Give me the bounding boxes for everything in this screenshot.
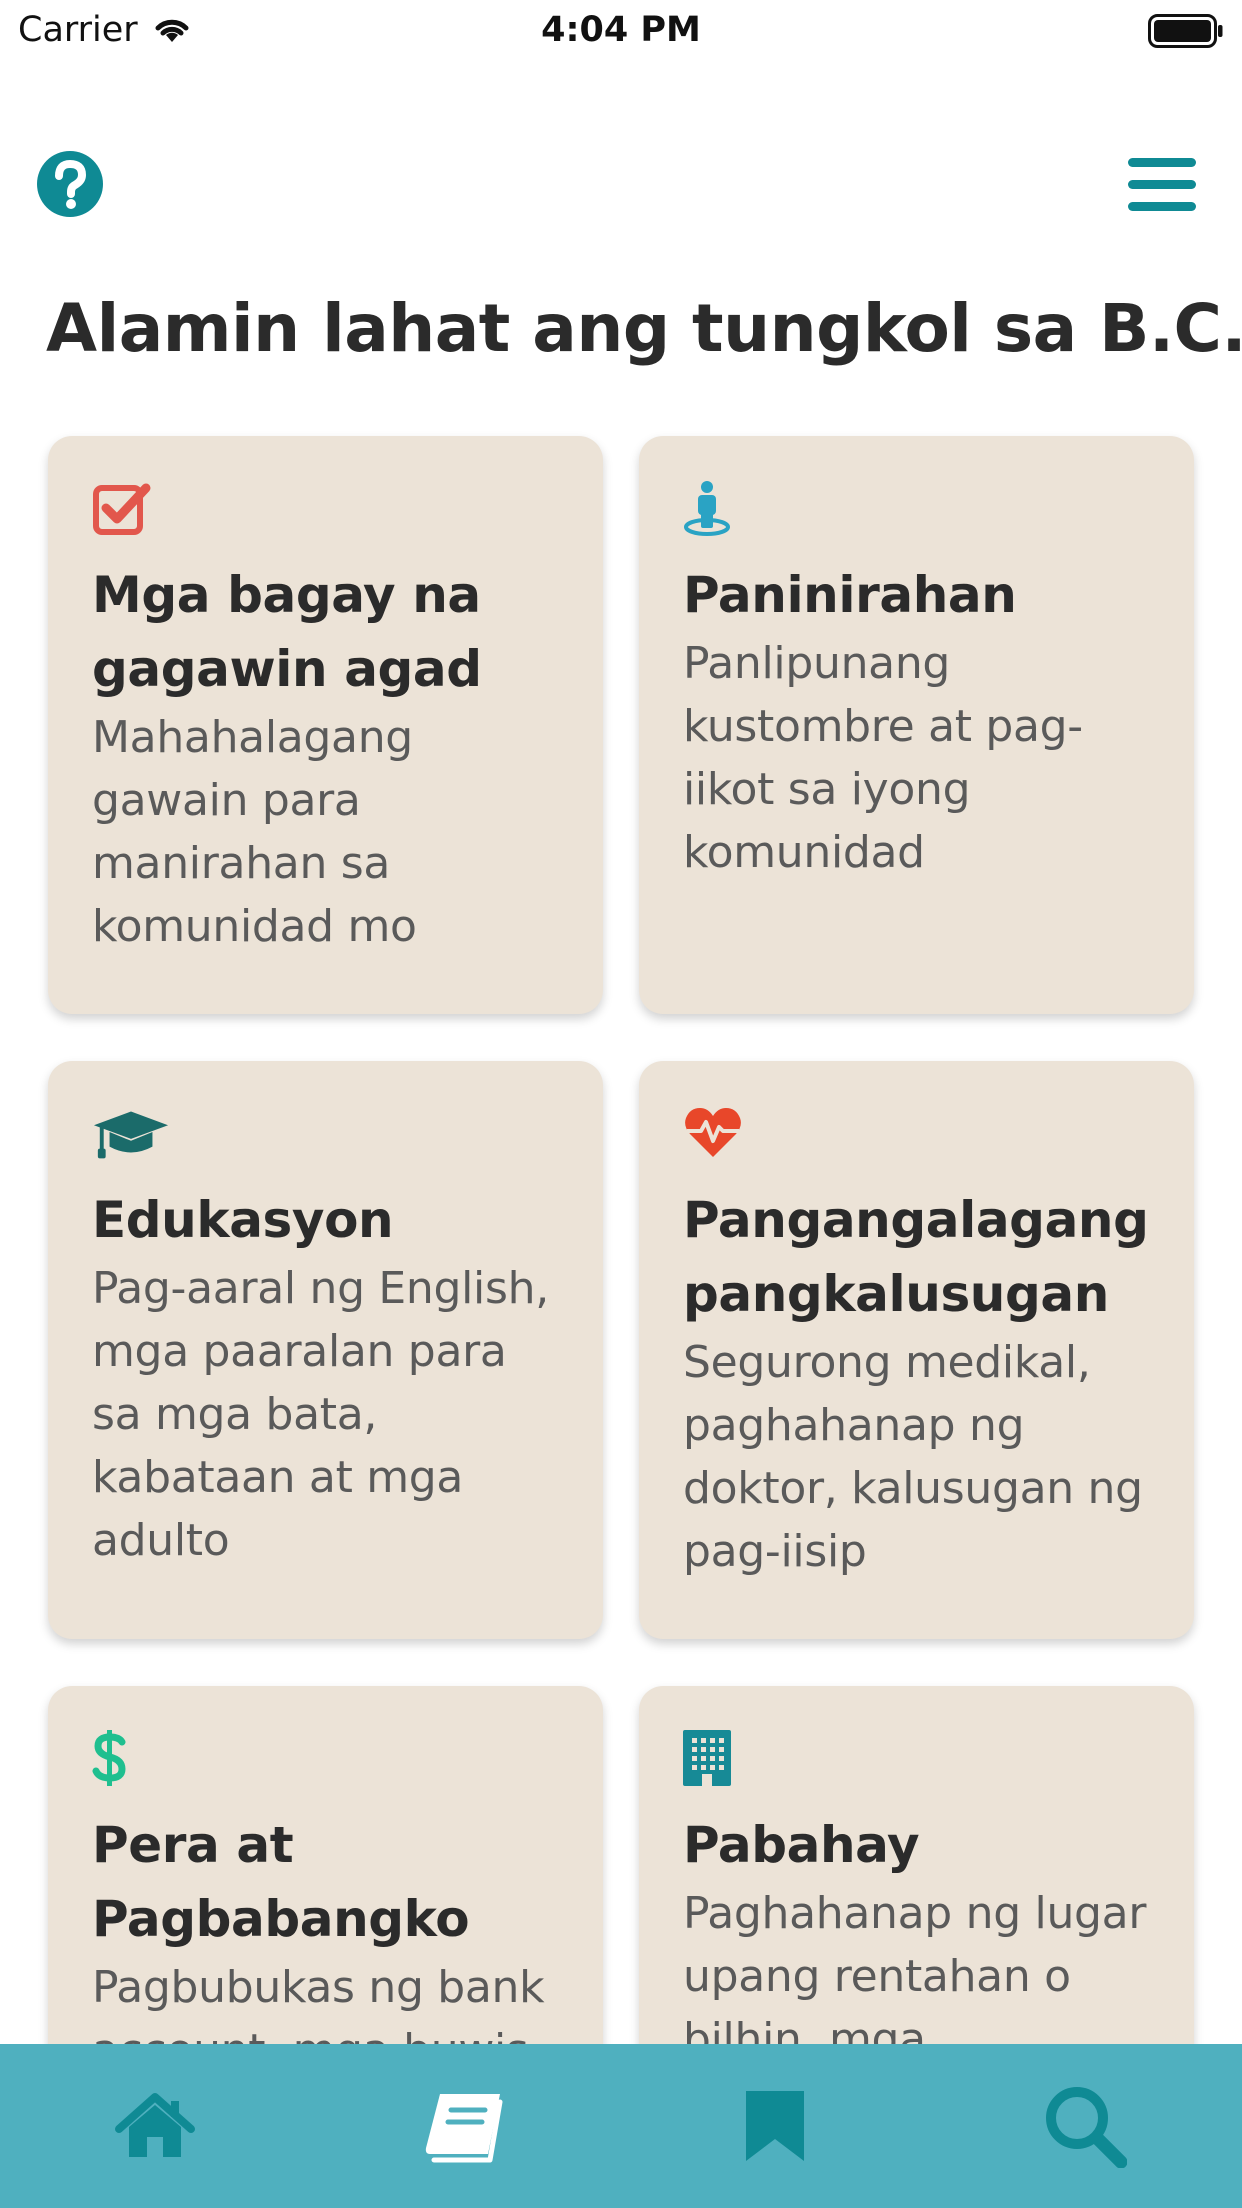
battery-icon	[1148, 14, 1223, 48]
card-title: Pabahay	[683, 1816, 920, 1874]
card-title: Paninirahan	[683, 566, 1017, 624]
card-description: Segurong medikal, paghahanap ng doktor, …	[683, 1337, 1143, 1577]
hamburger-menu-icon[interactable]	[1128, 156, 1196, 214]
book-icon	[425, 2094, 503, 2163]
card-title: Pera at Pagbabangko	[92, 1816, 470, 1948]
card-description: Mahahalagang gawain para manirahan sa ko…	[92, 712, 417, 952]
status-bar: Carrier 4:04 PM	[0, 0, 1242, 62]
checkbox-icon	[93, 483, 151, 535]
status-time: 4:04 PM	[541, 10, 701, 50]
dollar-icon	[92, 1730, 126, 1786]
card-pangangalagang[interactable]: Pangangalagang pangkalusugan Segurong me…	[639, 1061, 1194, 1639]
tab-home[interactable]	[0, 2044, 310, 2208]
card-description: Panlipunang kustombre at pag-iikot sa iy…	[683, 638, 1083, 878]
search-icon	[1046, 2087, 1127, 2168]
tab-bar	[0, 2044, 1242, 2208]
top-bar	[0, 140, 1242, 230]
card-title: Pangangalagang pangkalusugan	[683, 1191, 1149, 1323]
home-icon	[115, 2093, 195, 2157]
card-edukasyon[interactable]: Edukasyon Pag-aaral ng English, mga paar…	[48, 1061, 603, 1639]
card-mga-bagay[interactable]: Mga bagay na gagawin agad Mahahalagang g…	[48, 436, 603, 1014]
graduation-cap-icon	[93, 1111, 169, 1159]
card-title: Edukasyon	[92, 1191, 394, 1249]
tab-bookmarks[interactable]	[620, 2044, 930, 2208]
card-title: Mga bagay na gagawin agad	[92, 566, 482, 698]
tab-guide[interactable]	[310, 2044, 620, 2208]
card-paninirahan[interactable]: Paninirahan Panlipunang kustombre at pag…	[639, 436, 1194, 1014]
help-icon[interactable]	[36, 150, 104, 218]
person-location-icon	[684, 481, 730, 536]
heartbeat-icon	[685, 1108, 741, 1157]
bookmark-icon	[746, 2091, 804, 2161]
building-icon	[683, 1730, 731, 1786]
card-description: Pag-aaral ng English, mga paaralan para …	[92, 1263, 549, 1566]
tab-search[interactable]	[930, 2044, 1240, 2208]
page-title: Alamin lahat ang tungkol sa B.C.	[46, 290, 1242, 367]
